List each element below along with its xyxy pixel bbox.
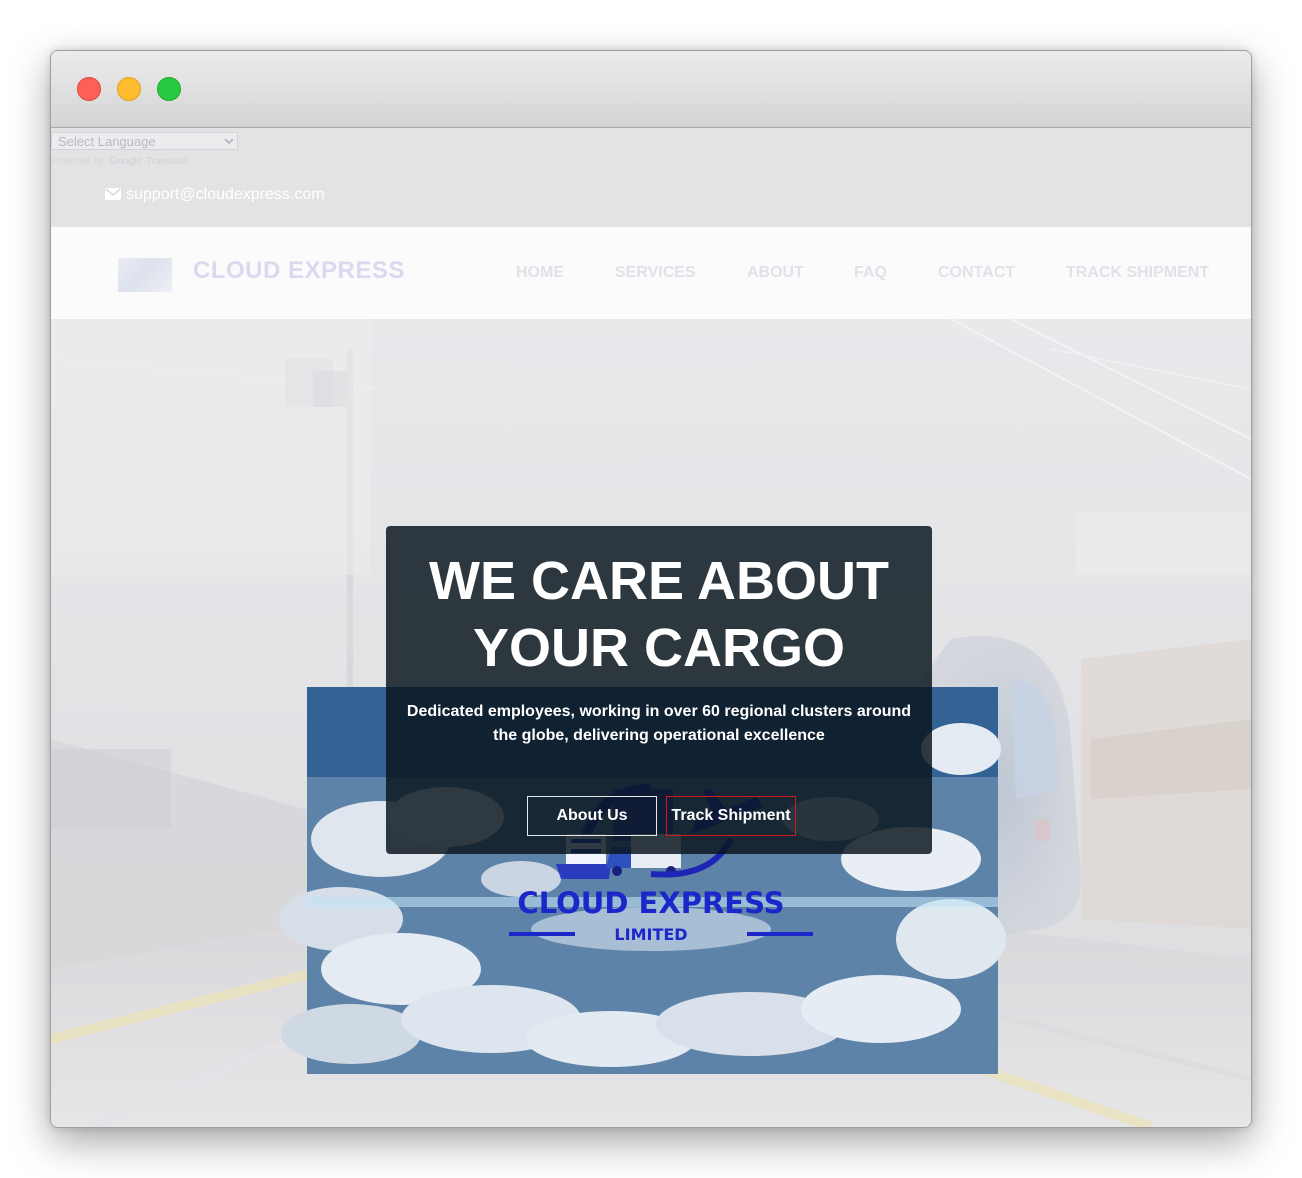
- hero-subtitle-line1: Dedicated employees, working in over 60 …: [406, 703, 912, 720]
- language-select[interactable]: Select Language: [51, 132, 238, 150]
- hero-subtitle: Dedicated employees, working in over 60 …: [396, 700, 922, 748]
- powered-by-label: Powered by: [51, 156, 104, 167]
- nav-item-services[interactable]: SERVICES: [615, 264, 696, 282]
- google-translate-attribution: Powered by Google Translate: [51, 156, 187, 167]
- nav-item-contact[interactable]: CONTACT: [938, 264, 1015, 282]
- main-navbar: CLOUD EXPRESS HOME SERVICES ABOUT FAQ CO…: [51, 227, 1251, 319]
- brand-logo-thumbnail[interactable]: [118, 258, 172, 292]
- track-shipment-button[interactable]: Track Shipment: [666, 796, 796, 836]
- logo-sub-text: LIMITED: [614, 925, 687, 944]
- nav-item-faq[interactable]: FAQ: [854, 264, 887, 282]
- support-email[interactable]: support@cloudexpress.com: [105, 186, 325, 204]
- page-viewport: Select Language Powered by Google Translat…: [51, 128, 1251, 1127]
- close-window-button[interactable]: [77, 77, 101, 101]
- logo-name-text: CLOUD EXPRESS: [517, 886, 784, 920]
- window-titlebar: [51, 51, 1251, 128]
- nav-item-about[interactable]: ABOUT: [747, 264, 804, 282]
- hero-caption-box: WE CARE ABOUT YOUR CARGO Dedicated emplo…: [386, 526, 932, 854]
- translate-link[interactable]: Translate: [146, 156, 187, 167]
- hero-title-line1: WE CARE ABOUT: [429, 551, 889, 611]
- brand-name[interactable]: CLOUD EXPRESS: [193, 257, 405, 285]
- support-email-text: support@cloudexpress.com: [126, 186, 325, 203]
- browser-window: Select Language Powered by Google Translat…: [50, 50, 1252, 1128]
- envelope-icon: [105, 188, 121, 200]
- top-info-bar: Select Language Powered by Google Translat…: [51, 128, 1251, 227]
- minimize-window-button[interactable]: [117, 77, 141, 101]
- about-us-button[interactable]: About Us: [527, 796, 657, 836]
- hero-title: WE CARE ABOUT YOUR CARGO: [386, 548, 932, 682]
- nav-item-home[interactable]: HOME: [516, 264, 564, 282]
- maximize-window-button[interactable]: [157, 77, 181, 101]
- hero-subtitle-line2: the globe, delivering operational excell…: [493, 727, 825, 744]
- hero-section: CLOUD EXPRESS LIMITED WE CARE ABOUT YOUR…: [51, 319, 1251, 1127]
- google-logo-text: Google: [109, 156, 143, 167]
- hero-title-line2: YOUR CARGO: [472, 618, 845, 678]
- nav-item-track-shipment[interactable]: TRACK SHIPMENT: [1066, 264, 1209, 282]
